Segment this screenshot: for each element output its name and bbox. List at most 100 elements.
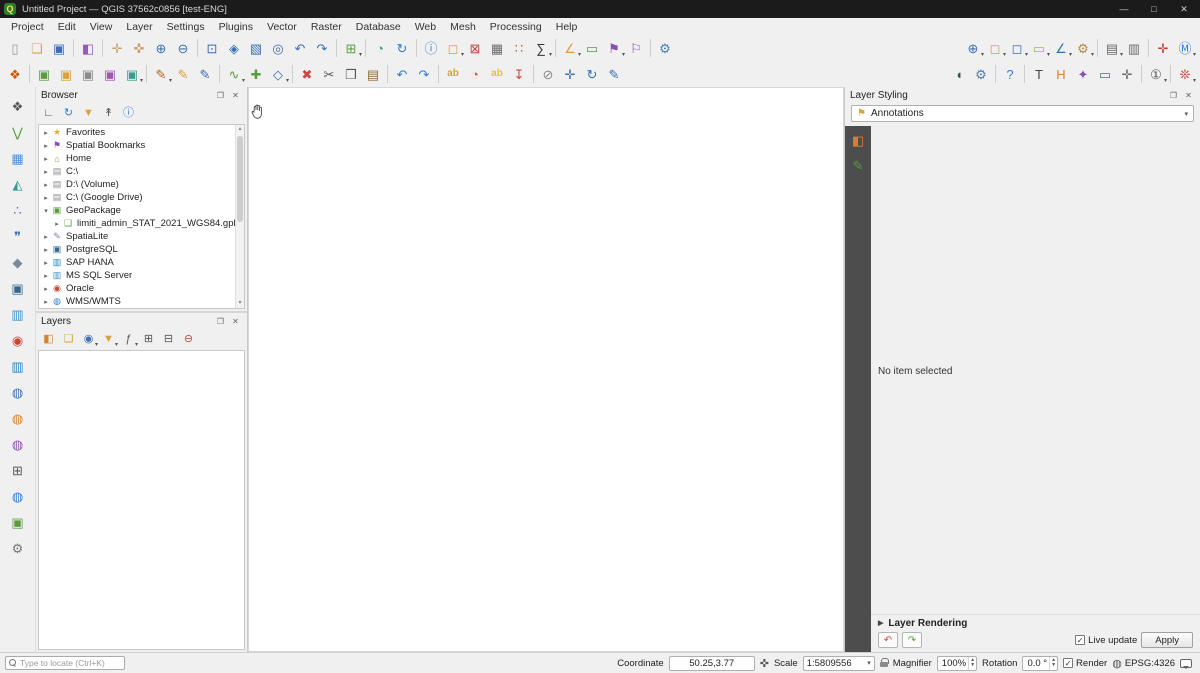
tree-item-oracle[interactable]: ▸◉Oracle xyxy=(39,282,244,295)
open-layer-styling-button[interactable]: ◧ xyxy=(39,330,58,349)
style-target-combo[interactable]: ⚑ Annotations ▾ xyxy=(851,105,1194,122)
coordinate-input[interactable] xyxy=(669,656,755,671)
select-menu-button[interactable]: ◻▾ xyxy=(984,37,1006,59)
undo-button[interactable]: ↶ xyxy=(391,63,413,85)
annotation-style-tab[interactable]: ✎ xyxy=(848,155,868,175)
style-undo-button[interactable]: ↶ xyxy=(878,632,898,648)
measure-menu-button[interactable]: ∠▾ xyxy=(1050,37,1072,59)
zoom-to-layer-button[interactable]: ▧ xyxy=(245,37,267,59)
menu-settings[interactable]: Settings xyxy=(160,19,212,35)
locator-input[interactable] xyxy=(20,658,121,668)
field-calculator-button[interactable]: ∷ xyxy=(508,37,530,59)
zoom-full-button[interactable]: ⊡ xyxy=(201,37,223,59)
move-annotation-button[interactable]: ✛ xyxy=(1116,63,1138,85)
expand-arrow-icon[interactable]: ▸ xyxy=(41,155,51,163)
new-virtual-layer-button[interactable]: ▣▾ xyxy=(121,63,143,85)
refresh-map-button[interactable]: ↻ xyxy=(391,37,413,59)
change-label-button[interactable]: ✎ xyxy=(603,63,625,85)
tree-item-sap-hana[interactable]: ▸▥SAP HANA xyxy=(39,256,244,269)
menu-raster[interactable]: Raster xyxy=(304,19,349,35)
add-arcgis-rest-layer-button[interactable]: ◍ xyxy=(6,485,30,507)
new-shapefile-layer-button[interactable]: ▣ xyxy=(55,63,77,85)
zoom-last-button[interactable]: ↶ xyxy=(289,37,311,59)
expand-arrow-icon[interactable]: ▸ xyxy=(41,246,51,254)
form-annotation-button[interactable]: ▭ xyxy=(1094,63,1116,85)
layer-labeling-button[interactable]: ab xyxy=(442,63,464,85)
delete-selected-button[interactable]: ✖ xyxy=(296,63,318,85)
symbology-tab[interactable]: ◧ xyxy=(848,130,868,150)
statistical-summary-button[interactable]: ∑▾ xyxy=(530,37,552,59)
expand-arrow-icon[interactable]: ▸ xyxy=(41,168,51,176)
add-vector-layer-button[interactable]: ⋁ xyxy=(6,121,30,143)
collapse-arrow-icon[interactable]: ▾ xyxy=(41,207,51,215)
collapse-all-layers-button[interactable]: ⊟ xyxy=(159,330,178,349)
highlight-labels-button[interactable]: ab xyxy=(486,63,508,85)
remove-layer-button[interactable]: ⊖ xyxy=(179,330,198,349)
processing-toolbox-button[interactable]: ⚙ xyxy=(654,37,676,59)
render-checkbox[interactable]: ✓ Render xyxy=(1063,658,1107,669)
tree-item-home[interactable]: ▸⌂Home xyxy=(39,152,244,165)
map-canvas[interactable] xyxy=(248,87,844,652)
browser-close-button[interactable]: ✕ xyxy=(229,89,242,101)
manage-map-themes-button[interactable]: ◉▾ xyxy=(79,330,98,349)
browser-undock-button[interactable]: ❐ xyxy=(214,89,227,101)
filter-by-expression-button[interactable]: ƒ▾ xyxy=(119,330,138,349)
vertex-tool-button[interactable]: ◇▾ xyxy=(267,63,289,85)
styling-close-button[interactable]: ✕ xyxy=(1182,89,1195,101)
new-map-view-button[interactable]: ⊞▾ xyxy=(340,37,362,59)
menu-view[interactable]: View xyxy=(83,19,120,35)
data-source-manager-button[interactable]: ❖ xyxy=(4,63,26,85)
magnifier-spinbox[interactable]: 100% ▲▼ xyxy=(937,656,977,671)
select-by-form-button[interactable]: ▭▾ xyxy=(1028,37,1050,59)
filter-legend-button[interactable]: ▼▾ xyxy=(99,330,118,349)
add-delimited-text-layer-button[interactable]: ❞ xyxy=(6,225,30,247)
tree-item-c-google-drive[interactable]: ▸▤C:\ (Google Drive) xyxy=(39,191,244,204)
live-update-checkbox[interactable]: ✓ Live update xyxy=(1075,635,1137,646)
zoom-native-button[interactable]: ◎ xyxy=(267,37,289,59)
help-button[interactable]: ? xyxy=(999,63,1021,85)
zoom-next-button[interactable]: ↷ xyxy=(311,37,333,59)
rotate-label-button[interactable]: ↻ xyxy=(581,63,603,85)
expand-arrow-icon[interactable]: ▸ xyxy=(41,233,51,241)
menu-project[interactable]: Project xyxy=(4,19,51,35)
zoom-in-button[interactable]: ⊕ xyxy=(150,37,172,59)
extent-toggle-icon[interactable]: ✜ xyxy=(760,657,769,670)
lock-scale-icon[interactable] xyxy=(880,658,888,668)
scroll-down-icon[interactable]: ▾ xyxy=(236,299,244,308)
new-temporary-layer-button[interactable]: ▣ xyxy=(99,63,121,85)
measure-button[interactable]: ∠▾ xyxy=(559,37,581,59)
zoom-menu-button[interactable]: ⊕▾ xyxy=(962,37,984,59)
html-annotation-button[interactable]: H xyxy=(1050,63,1072,85)
menu-processing[interactable]: Processing xyxy=(483,19,549,35)
add-wcs-layer-button[interactable]: ◍ xyxy=(6,433,30,455)
expand-arrow-icon[interactable]: ▸ xyxy=(52,220,62,228)
add-group-button[interactable]: ❏ xyxy=(59,330,78,349)
redo-button[interactable]: ↷ xyxy=(413,63,435,85)
move-label-button[interactable]: ✛ xyxy=(559,63,581,85)
menu-edit[interactable]: Edit xyxy=(51,19,83,35)
new-print-layout-button[interactable]: ▤▾ xyxy=(1101,37,1123,59)
add-wfs-layer-button[interactable]: ◍ xyxy=(6,407,30,429)
layout-1-button[interactable]: ①▾ xyxy=(1145,63,1167,85)
add-postgis-layer-button[interactable]: ▣ xyxy=(6,277,30,299)
menu-help[interactable]: Help xyxy=(549,19,585,35)
filter-browser-button[interactable]: ▼ xyxy=(79,104,98,123)
georeferencer-button[interactable]: ✛ xyxy=(1152,37,1174,59)
text-annotation-button[interactable]: T xyxy=(1028,63,1050,85)
tree-item-postgresql[interactable]: ▸▣PostgreSQL xyxy=(39,243,244,256)
add-selected-layers-button[interactable]: ∟ xyxy=(39,104,58,123)
new-spatialite-layer-button[interactable]: ▣ xyxy=(77,63,99,85)
add-oracle-layer-button[interactable]: ◉ xyxy=(6,329,30,351)
tree-item-favorites[interactable]: ▸★Favorites xyxy=(39,126,244,139)
refresh-browser-button[interactable]: ↻ xyxy=(59,104,78,123)
style-manager-button[interactable]: ◧ xyxy=(77,37,99,59)
tree-item-wms-wmts[interactable]: ▸◍WMS/WMTS xyxy=(39,295,244,308)
paste-features-button[interactable]: ▤ xyxy=(362,63,384,85)
layer-options-button[interactable]: ⚙ xyxy=(6,537,30,559)
grass-tools-button[interactable]: ❊▾ xyxy=(1174,63,1196,85)
tree-item-geopackage[interactable]: ▾▣GeoPackage xyxy=(39,204,244,217)
add-mesh-layer-button[interactable]: ◭ xyxy=(6,173,30,195)
deselect-features-button[interactable]: ⊠ xyxy=(464,37,486,59)
tree-item-spatialite[interactable]: ▸✎SpatiaLite xyxy=(39,230,244,243)
layers-undock-button[interactable]: ❐ xyxy=(214,315,227,327)
